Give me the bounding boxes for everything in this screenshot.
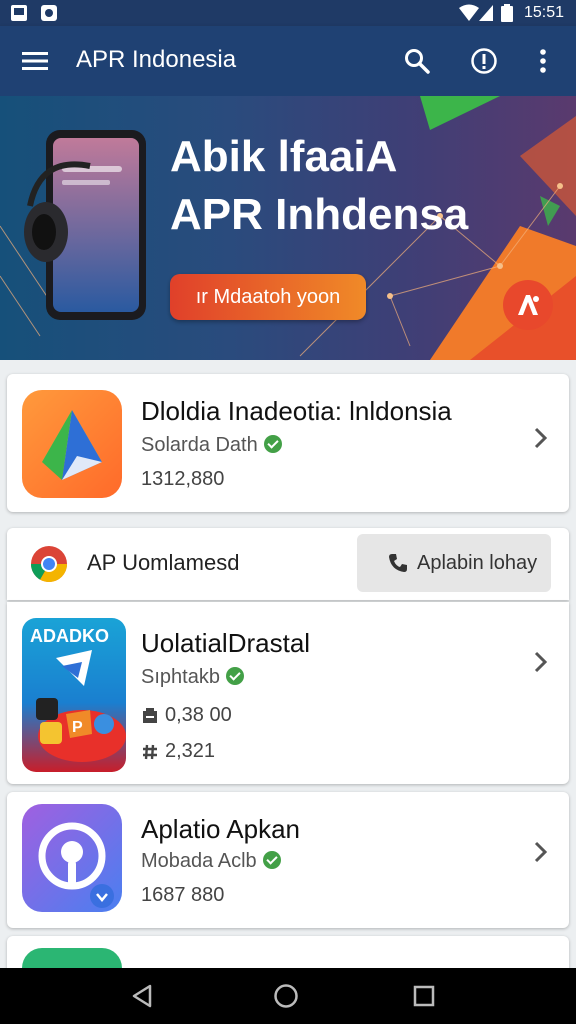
hero-cta-button[interactable]: ır Mdaatoh yoon	[170, 274, 366, 320]
featured-app-card[interactable]: Dloldia Inadeotia: lnldonsia Solarda Dat…	[7, 374, 569, 512]
chevron-right-icon	[534, 651, 548, 673]
hero-headline-line1: Abik lfaaiA	[170, 132, 398, 181]
status-bar: 15:51	[0, 0, 576, 26]
app-name: Aplatio Apkan	[141, 814, 301, 844]
system-nav-bar	[0, 968, 576, 1024]
home-icon	[274, 984, 298, 1008]
app-developer: Mobada Aclb	[141, 850, 281, 873]
developer-label: Solarda Dath	[141, 434, 258, 456]
play-logo-icon	[42, 410, 102, 480]
developer-label: Mobada Aclb	[141, 850, 257, 872]
battery-icon	[501, 4, 513, 22]
more-vert-icon	[540, 49, 546, 73]
back-icon	[132, 984, 152, 1008]
featured-app-downloads: 1312,880	[141, 468, 225, 490]
overflow-menu-button[interactable]	[524, 42, 562, 80]
search-icon	[405, 49, 430, 74]
home-button[interactable]	[272, 982, 300, 1010]
featured-app-icon	[22, 390, 122, 498]
status-time: 15:51	[523, 4, 564, 21]
info-icon	[471, 48, 497, 74]
recents-icon	[413, 985, 435, 1007]
wifi-icon	[459, 4, 479, 21]
back-button[interactable]	[128, 982, 156, 1010]
app-rank: 2,321	[141, 740, 215, 763]
verified-icon	[263, 434, 282, 453]
rank-value: 2,321	[165, 740, 216, 762]
recents-button[interactable]	[410, 982, 438, 1010]
image-notification-icon	[11, 5, 27, 21]
app-bar: APR Indonesia	[0, 26, 576, 96]
section-title: AP Uomlamesd	[87, 550, 240, 575]
featured-app-name: Dloldia Inadeotia: lnldonsia	[141, 396, 452, 426]
verified-icon	[262, 850, 281, 869]
chevron-right-icon	[534, 427, 548, 449]
verified-icon	[225, 666, 244, 685]
search-button[interactable]	[398, 42, 436, 80]
hero-banner[interactable]: Abik lfaaiA APR Inhdensa ır Mdaatoh yoon	[0, 96, 576, 360]
svg-text:P: P	[72, 719, 83, 736]
app-icon	[22, 804, 122, 912]
app-icon-label: ADADKO	[30, 626, 109, 646]
podcast-icon	[38, 822, 114, 908]
chevron-right-icon	[534, 841, 548, 863]
app-list-item[interactable]: Aplatio Apkan Mobada Aclb 1687 880	[7, 792, 569, 928]
size-value: 0,38 00	[165, 704, 232, 726]
section-header: AP Uomlamesd Aplabin lohay	[7, 528, 569, 600]
app-developer: Sıphtakb	[141, 666, 244, 689]
app-downloads: 1687 880	[141, 884, 225, 906]
app-size: 0,38 00	[141, 704, 232, 727]
section-action-label: Aplabin lohay	[417, 551, 538, 574]
hero-fab-button[interactable]	[503, 280, 553, 330]
hero-headline-line2: APR Inhdensa	[170, 190, 469, 239]
app-title: APR Indonesia	[76, 46, 237, 73]
cell-signal-icon	[479, 5, 493, 21]
section-action-button[interactable]: Aplabin lohay	[357, 534, 551, 592]
menu-icon	[22, 52, 48, 70]
hash-icon	[143, 744, 157, 759]
app-icon: ADADKO P	[22, 618, 126, 772]
info-button[interactable]	[465, 42, 503, 80]
menu-button[interactable]	[16, 42, 54, 80]
app-list-item[interactable]: ADADKO P UolatialDrastal Sıphtakb 0,38 0…	[7, 602, 569, 784]
phone-call-icon	[389, 554, 407, 572]
featured-app-developer: Solarda Dath	[141, 434, 282, 457]
developer-label: Sıphtakb	[141, 666, 220, 688]
chrome-icon	[30, 546, 67, 583]
app-name: UolatialDrastal	[141, 628, 311, 658]
storage-icon	[143, 707, 157, 723]
photo-notification-icon	[41, 5, 57, 21]
apk-logo-icon	[518, 295, 539, 315]
